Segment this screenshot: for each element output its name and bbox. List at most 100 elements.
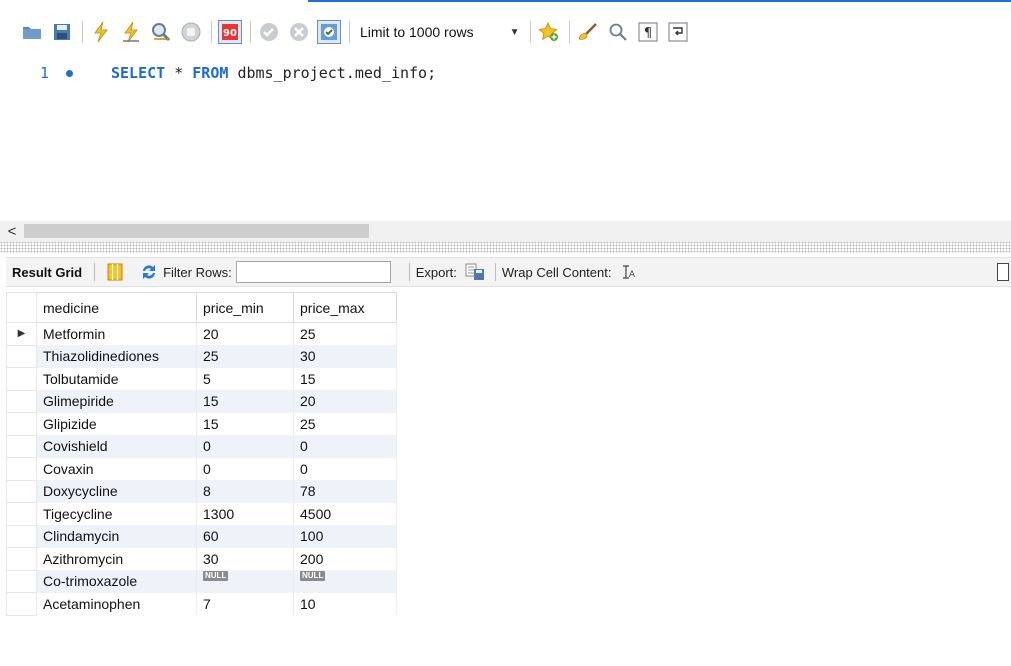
table-row[interactable]: Tigecycline 1300 4500 bbox=[6, 502, 397, 526]
cell-price-min[interactable]: 8 bbox=[196, 480, 294, 503]
cell-price-max[interactable]: 10 bbox=[293, 592, 397, 615]
column-header-medicine[interactable]: medicine bbox=[36, 292, 197, 323]
cell-price-min[interactable]: NULL bbox=[196, 570, 294, 593]
cell-price-min[interactable]: 0 bbox=[196, 457, 294, 480]
cell-medicine[interactable]: Covishield bbox=[36, 435, 197, 458]
cell-price-min[interactable]: 15 bbox=[196, 412, 294, 435]
cell-medicine[interactable]: Azithromycin bbox=[36, 547, 197, 570]
refresh-icon[interactable] bbox=[139, 262, 159, 282]
scrollbar-thumb[interactable] bbox=[24, 224, 369, 238]
svg-text:A: A bbox=[629, 270, 636, 280]
wrap-cell-icon[interactable]: A bbox=[619, 262, 639, 282]
row-header[interactable] bbox=[6, 344, 37, 368]
cell-price-min[interactable]: 7 bbox=[196, 592, 294, 615]
grid-layout-icon[interactable] bbox=[105, 262, 125, 282]
table-row[interactable]: Covaxin 0 0 bbox=[6, 457, 397, 481]
table-row[interactable]: Tolbutamide 5 15 bbox=[6, 367, 397, 391]
scroll-left-icon[interactable]: < bbox=[4, 221, 20, 241]
table-row[interactable]: ▶ Metformin 20 25 bbox=[6, 322, 397, 346]
row-header[interactable] bbox=[6, 524, 37, 548]
cell-medicine[interactable]: Covaxin bbox=[36, 457, 197, 480]
table-row[interactable]: Acetaminophen 7 10 bbox=[6, 592, 397, 616]
side-panel-toggle[interactable] bbox=[997, 263, 1009, 281]
cell-medicine[interactable]: Doxycycline bbox=[36, 480, 197, 503]
cell-price-max[interactable]: 25 bbox=[293, 412, 397, 435]
cell-medicine[interactable]: Metformin bbox=[36, 322, 197, 345]
cell-price-min[interactable]: 15 bbox=[196, 390, 294, 413]
export-icon[interactable] bbox=[465, 262, 485, 282]
cell-medicine[interactable]: Acetaminophen bbox=[36, 592, 197, 615]
cell-price-max[interactable]: NULL bbox=[293, 570, 397, 593]
column-header-price-min[interactable]: price_min bbox=[196, 292, 294, 323]
limit-rows-select[interactable]: Limit to 1000 rows ▼ bbox=[360, 20, 520, 44]
row-header[interactable] bbox=[6, 547, 37, 571]
row-header[interactable] bbox=[6, 592, 37, 616]
cell-medicine[interactable]: Clindamycin bbox=[36, 525, 197, 548]
cell-price-max[interactable]: 100 bbox=[293, 525, 397, 548]
find-icon[interactable] bbox=[606, 20, 630, 44]
execute-current-icon[interactable] bbox=[119, 20, 143, 44]
panel-splitter[interactable] bbox=[0, 241, 1011, 253]
row-header[interactable] bbox=[6, 434, 37, 458]
stop-icon[interactable] bbox=[179, 20, 203, 44]
row-header[interactable] bbox=[6, 457, 37, 481]
table-row[interactable]: Thiazolidinediones 25 30 bbox=[6, 344, 397, 368]
row-header[interactable] bbox=[6, 412, 37, 436]
result-grid-tab[interactable]: Result Grid bbox=[6, 265, 88, 280]
bookmark-star-icon[interactable] bbox=[537, 20, 561, 44]
toggle-error-icon[interactable]: 90 bbox=[218, 20, 242, 44]
cell-price-min[interactable]: 1300 bbox=[196, 502, 294, 525]
cell-price-max[interactable]: 25 bbox=[293, 322, 397, 345]
sql-editor[interactable]: 1 SELECT * FROM dbms_project.med_info; bbox=[0, 58, 1011, 208]
autocommit-icon[interactable] bbox=[317, 20, 341, 44]
cell-price-max[interactable]: 4500 bbox=[293, 502, 397, 525]
filter-rows-input[interactable] bbox=[235, 261, 391, 283]
cell-price-min[interactable]: 5 bbox=[196, 367, 294, 390]
cell-price-min[interactable]: 60 bbox=[196, 525, 294, 548]
row-header[interactable] bbox=[6, 569, 37, 593]
row-header[interactable] bbox=[6, 389, 37, 413]
cell-medicine[interactable]: Glipizide bbox=[36, 412, 197, 435]
select-star: * bbox=[174, 64, 184, 82]
cell-price-min[interactable]: 30 bbox=[196, 547, 294, 570]
table-row[interactable]: Clindamycin 60 100 bbox=[6, 524, 397, 548]
cell-medicine[interactable]: Tigecycline bbox=[36, 502, 197, 525]
cell-price-max[interactable]: 200 bbox=[293, 547, 397, 570]
cell-price-min[interactable]: 25 bbox=[196, 345, 294, 368]
table-row[interactable]: Doxycycline 8 78 bbox=[6, 479, 397, 503]
cell-price-min[interactable]: 0 bbox=[196, 435, 294, 458]
cell-value: 7 bbox=[203, 595, 211, 612]
table-row[interactable]: Glimepiride 15 20 bbox=[6, 389, 397, 413]
invisible-chars-icon[interactable]: ¶ bbox=[636, 20, 660, 44]
editor-horizontal-scrollbar[interactable]: < bbox=[0, 221, 1011, 241]
cell-price-max[interactable]: 20 bbox=[293, 390, 397, 413]
cell-medicine[interactable]: Glimepiride bbox=[36, 390, 197, 413]
cell-price-max[interactable]: 30 bbox=[293, 345, 397, 368]
row-header[interactable]: ▶ bbox=[6, 322, 37, 346]
table-row[interactable]: Glipizide 15 25 bbox=[6, 412, 397, 436]
execute-icon[interactable] bbox=[89, 20, 113, 44]
cell-medicine[interactable]: Thiazolidinediones bbox=[36, 345, 197, 368]
column-header-price-max[interactable]: price_max bbox=[293, 292, 397, 323]
commit-icon[interactable] bbox=[257, 20, 281, 44]
table-row[interactable]: Azithromycin 30 200 bbox=[6, 547, 397, 571]
wrap-icon[interactable] bbox=[666, 20, 690, 44]
save-icon[interactable] bbox=[50, 20, 74, 44]
cell-medicine[interactable]: Tolbutamide bbox=[36, 367, 197, 390]
table-row[interactable]: Co-trimoxazole NULL NULL bbox=[6, 569, 397, 593]
open-folder-icon[interactable] bbox=[20, 20, 44, 44]
cell-price-max[interactable]: 0 bbox=[293, 457, 397, 480]
row-header[interactable] bbox=[6, 367, 37, 391]
rollback-icon[interactable] bbox=[287, 20, 311, 44]
cell-medicine[interactable]: Co-trimoxazole bbox=[36, 570, 197, 593]
cell-price-max[interactable]: 0 bbox=[293, 435, 397, 458]
cell-price-max[interactable]: 78 bbox=[293, 480, 397, 503]
explain-icon[interactable] bbox=[149, 20, 173, 44]
cell-price-min[interactable]: 20 bbox=[196, 322, 294, 345]
editor-line[interactable]: 1 SELECT * FROM dbms_project.med_info; bbox=[40, 64, 436, 82]
row-header[interactable] bbox=[6, 502, 37, 526]
beautify-brush-icon[interactable] bbox=[576, 20, 600, 44]
row-header[interactable] bbox=[6, 479, 37, 503]
cell-price-max[interactable]: 15 bbox=[293, 367, 397, 390]
table-row[interactable]: Covishield 0 0 bbox=[6, 434, 397, 458]
